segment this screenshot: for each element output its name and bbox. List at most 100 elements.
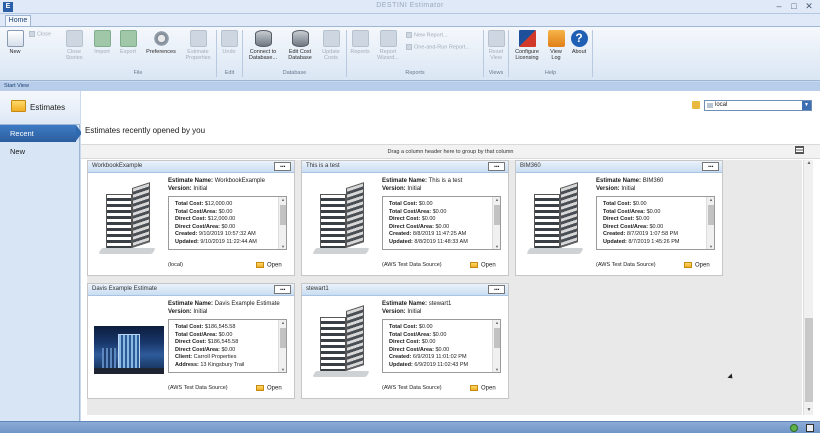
wizard-icon	[379, 30, 397, 47]
details-scrollbar[interactable]: ▲ ▼	[492, 197, 500, 249]
data-source: (AWS Test Data Source)	[168, 385, 228, 391]
estimate-version: Initial	[193, 186, 208, 192]
main-scrollbar[interactable]: ▲ ▼	[803, 160, 813, 415]
estimate-details[interactable]: Total Cost: $0.00 Total Cost/Area: $0.00…	[382, 319, 501, 373]
group-label-file: File	[133, 70, 143, 76]
warning-icon	[547, 30, 565, 47]
group-by-drop-area[interactable]: Drag a column header here to group by th…	[81, 144, 820, 159]
folder-open-icon	[256, 385, 264, 391]
estimate-name: This is a test	[428, 178, 463, 184]
folder-icon	[11, 100, 26, 112]
new-document-icon	[6, 30, 24, 47]
estimate-details[interactable]: Total Cost: $0.00 Total Cost/Area: $0.00…	[596, 196, 715, 250]
data-source: (AWS Test Data Source)	[382, 385, 442, 391]
about-button[interactable]: ? About	[568, 30, 590, 74]
estimate-name: Davis Example Estimate	[214, 301, 280, 307]
scroll-down-icon[interactable]: ▼	[804, 407, 814, 415]
estimate-card[interactable]: stewart1... Estimate Name: stewart1 Vers…	[301, 283, 509, 399]
notifications-icon[interactable]	[806, 424, 814, 432]
preferences-button[interactable]: Preferences	[143, 30, 179, 74]
estimate-properties-button[interactable]: Estimate Properties	[182, 30, 214, 74]
close-button[interactable]: Close	[29, 31, 51, 37]
building-icon	[312, 182, 370, 254]
card-title: stewart1	[306, 286, 329, 292]
building-icon	[526, 182, 584, 254]
undo-icon	[220, 30, 238, 47]
estimate-card[interactable]: BIM360... Estimate Name: BIM360 Version:…	[515, 160, 723, 276]
card-header: stewart1...	[302, 284, 508, 296]
reports-button[interactable]: Reports	[348, 30, 372, 74]
new-report-icon	[406, 32, 412, 38]
open-button[interactable]: Open	[256, 385, 282, 392]
layout-options-icon[interactable]	[795, 146, 804, 154]
group-label-database: Database	[282, 70, 307, 76]
estimate-card[interactable]: This is a test... Estimate Name: This is…	[301, 160, 509, 276]
card-menu-button[interactable]: ...	[488, 284, 505, 294]
reset-view-button[interactable]: Reset View	[486, 30, 506, 74]
sidebar-header-estimates[interactable]: Estimates	[0, 91, 80, 125]
open-button[interactable]: Open	[684, 262, 710, 269]
view-log-button[interactable]: View Log	[546, 30, 566, 74]
location-select[interactable]: local ▼	[704, 100, 812, 111]
undo-button[interactable]: Undo	[219, 30, 239, 74]
scroll-up-icon[interactable]: ▲	[804, 160, 814, 168]
card-menu-button[interactable]: ...	[488, 161, 505, 171]
card-header: WorkbookExample...	[88, 161, 294, 173]
card-menu-button[interactable]: ...	[274, 161, 291, 171]
open-button[interactable]: Open	[256, 262, 282, 269]
close-stories-icon	[65, 30, 83, 47]
card-menu-button[interactable]: ...	[274, 284, 291, 294]
card-menu-button[interactable]: ...	[702, 161, 719, 171]
estimate-card[interactable]: Davis Example Estimate... Estimate Name:…	[87, 283, 295, 399]
card-header: Davis Example Estimate...	[88, 284, 294, 296]
estimate-details[interactable]: Total Cost: $186,545.58 Total Cost/Area:…	[168, 319, 287, 373]
maximize-button[interactable]: □	[787, 1, 801, 13]
window-title: DESTINI Estimator	[376, 2, 444, 9]
open-button[interactable]: Open	[470, 262, 496, 269]
import-icon	[93, 30, 111, 47]
group-label-reports: Reports	[405, 70, 425, 76]
data-source: (AWS Test Data Source)	[596, 262, 656, 268]
card-header: This is a test...	[302, 161, 508, 173]
estimate-version: Initial	[407, 309, 422, 315]
details-scrollbar[interactable]: ▲ ▼	[492, 320, 500, 372]
group-label-views: Views	[488, 70, 504, 76]
connection-status-icon	[790, 424, 798, 432]
update-costs-button[interactable]: Update Costs	[318, 30, 344, 74]
details-scrollbar[interactable]: ▲ ▼	[706, 197, 714, 249]
close-stories-button[interactable]: Close Stories	[60, 30, 88, 74]
edit-cost-database-button[interactable]: Edit Cost Database	[284, 30, 316, 74]
one-and-run-report-button[interactable]: One-and-Run Report...	[406, 44, 470, 50]
card-header: BIM360...	[516, 161, 722, 173]
run-report-icon	[406, 44, 412, 50]
open-button[interactable]: Open	[470, 385, 496, 392]
connect-database-button[interactable]: Connect to Database...	[245, 30, 281, 74]
folder-open-icon	[684, 262, 692, 268]
sidebar-item-new[interactable]: New	[0, 145, 76, 159]
new-button[interactable]: New	[4, 30, 26, 74]
details-scrollbar[interactable]: ▲ ▼	[278, 320, 286, 372]
close-window-button[interactable]: ✕	[802, 1, 816, 13]
estimate-details[interactable]: Total Cost: $0.00 Total Cost/Area: $0.00…	[382, 196, 501, 250]
building-photo	[94, 326, 164, 374]
scroll-thumb[interactable]	[805, 318, 813, 402]
start-view-tab[interactable]: Start View	[0, 82, 820, 91]
minimize-button[interactable]: –	[772, 1, 786, 13]
estimate-name: BIM360	[642, 178, 664, 184]
export-button[interactable]: Export	[116, 30, 140, 74]
tab-home[interactable]: Home	[5, 15, 31, 26]
page-title: Estimates recently opened by you	[85, 126, 206, 135]
estimate-details[interactable]: Total Cost: $12,000.00 Total Cost/Area: …	[168, 196, 287, 250]
sidebar-item-recent[interactable]: Recent	[0, 125, 82, 142]
status-bar	[0, 421, 820, 433]
ribbon: New Close Close Stories Import Export Pr…	[0, 26, 820, 81]
import-button[interactable]: Import	[90, 30, 114, 74]
new-report-button[interactable]: New Report...	[406, 32, 448, 38]
gear-icon	[152, 30, 170, 47]
report-wizard-button[interactable]: Report Wizard...	[374, 30, 402, 74]
configure-licensing-button[interactable]: Configure Licensing	[510, 30, 544, 74]
estimate-version: Initial	[621, 186, 636, 192]
chevron-down-icon[interactable]: ▼	[802, 101, 811, 110]
details-scrollbar[interactable]: ▲ ▼	[278, 197, 286, 249]
estimate-card[interactable]: WorkbookExample... Estimate Name: Workbo…	[87, 160, 295, 276]
